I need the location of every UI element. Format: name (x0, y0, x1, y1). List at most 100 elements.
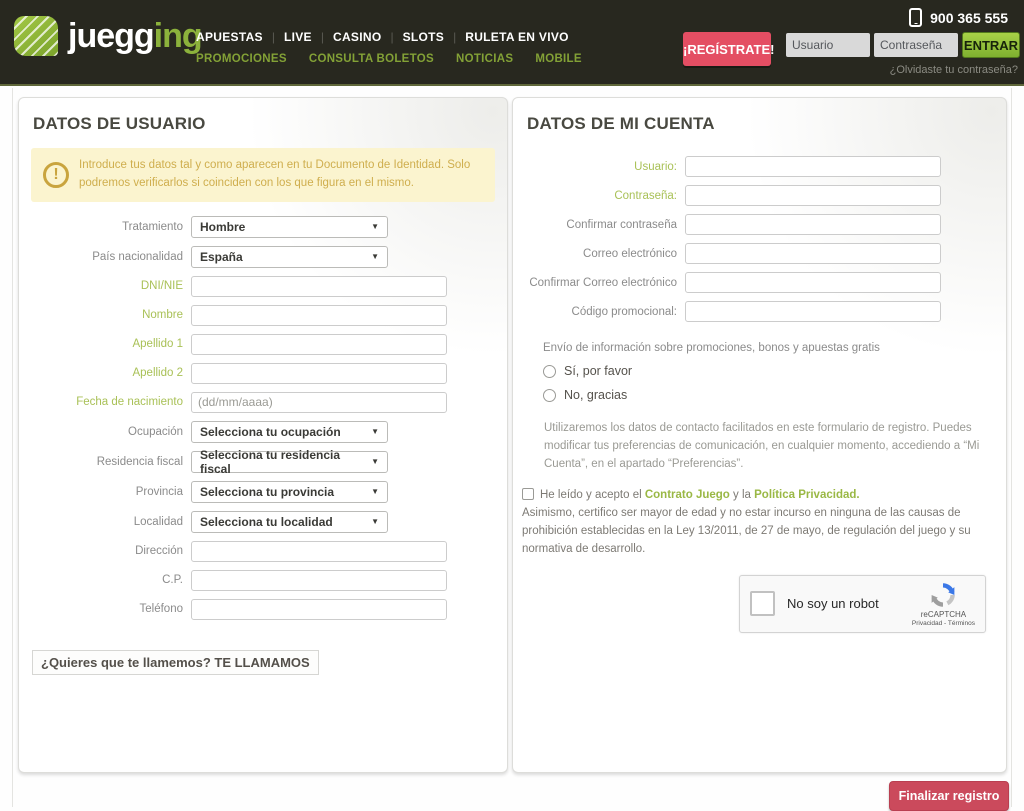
nav-separator: | (390, 30, 393, 44)
login-password-input[interactable] (874, 33, 958, 57)
terms-accept-row: He leído y acepto el Contrato Juego y la… (522, 487, 992, 505)
juegging-logo[interactable]: juegging (14, 16, 202, 56)
nav-promociones[interactable]: PROMOCIONES (196, 53, 287, 65)
politica-privacidad-link[interactable]: Política Privacidad. (754, 489, 859, 501)
form-row: C.P. (19, 570, 507, 591)
terms-accept-text: He leído y acepto el Contrato Juego y la… (540, 487, 860, 505)
nav-separator: | (453, 30, 456, 44)
nav-consulta-boletos[interactable]: CONSULTA BOLETOS (309, 53, 434, 65)
residencia-fiscal-select[interactable]: Selecciona tu residencia fiscal ▼ (191, 451, 388, 473)
nav-primary: APUESTAS| LIVE| CASINO| SLOTS| RULETA EN… (196, 30, 676, 44)
form-row: Nombre (19, 305, 507, 326)
provincia-select[interactable]: Selecciona tu provincia ▼ (191, 481, 388, 503)
identity-notice-text: Introduce tus datos tal y como aparecen … (79, 157, 485, 193)
nav-live[interactable]: LIVE (284, 30, 312, 44)
radio-no-circle[interactable] (543, 389, 556, 402)
nav-ruleta-en-vivo[interactable]: RULETA EN VIVO (465, 30, 569, 44)
recaptcha-label: No soy un robot (787, 596, 912, 611)
chevron-down-icon: ▼ (371, 222, 379, 231)
form-row: DNI/NIE (19, 276, 507, 297)
contrasena-input[interactable] (685, 185, 941, 206)
top-header: juegging APUESTAS| LIVE| CASINO| SLOTS| … (0, 0, 1024, 86)
form-row: Fecha de nacimiento (19, 392, 507, 413)
nav-noticias[interactable]: NOTICIAS (456, 53, 513, 65)
recaptcha-widget: No soy un robot reCAPTCHA Privacidad - T… (739, 575, 986, 633)
login-username-input[interactable] (786, 33, 870, 57)
identity-notice: ! Introduce tus datos tal y como aparece… (31, 148, 495, 202)
nav-apuestas[interactable]: APUESTAS (196, 30, 263, 44)
juegging-logo-text: juegging (68, 17, 202, 56)
nav-casino[interactable]: CASINO (333, 30, 381, 44)
usuario-input[interactable] (685, 156, 941, 177)
confirmar-contrasena-input[interactable] (685, 214, 941, 235)
field-label: Nombre (19, 309, 183, 321)
form-row: Contraseña: (513, 185, 1006, 206)
user-panel-title: DATOS DE USUARIO (33, 114, 507, 134)
call-me-link[interactable]: ¿Quieres que te llamemos? TE LLAMAMOS (32, 650, 319, 675)
dni-input[interactable] (191, 276, 447, 297)
field-label: C.P. (19, 574, 183, 586)
field-label: Confirmar contraseña (513, 219, 677, 231)
apellido2-input[interactable] (191, 363, 447, 384)
user-form: Tratamiento Hombre ▼ País nacionalidad E… (19, 216, 507, 620)
telefono-input[interactable] (191, 599, 447, 620)
field-label: Fecha de nacimiento (19, 396, 183, 408)
chevron-down-icon: ▼ (371, 517, 379, 526)
form-row: Residencia fiscal Selecciona tu residenc… (19, 451, 507, 473)
localidad-select[interactable]: Selecciona tu localidad ▼ (191, 511, 388, 533)
promo-info-heading: Envío de información sobre promociones, … (543, 342, 1006, 354)
nombre-input[interactable] (191, 305, 447, 326)
form-row: País nacionalidad España ▼ (19, 246, 507, 268)
account-panel-title: DATOS DE MI CUENTA (527, 114, 1006, 134)
recaptcha-brand: reCAPTCHA Privacidad - Términos (912, 581, 975, 627)
codigo-promocional-input[interactable] (685, 301, 941, 322)
contrato-juego-link[interactable]: Contrato Juego (645, 489, 730, 501)
field-label: Correo electrónico (513, 248, 677, 260)
fecha-nacimiento-input[interactable] (191, 392, 447, 413)
radio-option-no[interactable]: No, gracias (543, 388, 1006, 402)
pais-nacionalidad-select[interactable]: España ▼ (191, 246, 388, 268)
field-label: Localidad (19, 516, 183, 528)
ocupacion-select[interactable]: Selecciona tu ocupación ▼ (191, 421, 388, 443)
nav-mobile[interactable]: MOBILE (535, 53, 582, 65)
terms-legal-text: Asimismo, certifico ser mayor de edad y … (522, 505, 992, 558)
field-label: Teléfono (19, 603, 183, 615)
terms-block: He leído y acepto el Contrato Juego y la… (522, 487, 992, 558)
form-row: Confirmar contraseña (513, 214, 1006, 235)
form-row: Teléfono (19, 599, 507, 620)
chevron-down-icon: ▼ (371, 487, 379, 496)
contact-preferences-note: Utilizaremos los datos de contacto facil… (544, 420, 992, 473)
main-nav: APUESTAS| LIVE| CASINO| SLOTS| RULETA EN… (196, 30, 676, 65)
field-label: País nacionalidad (19, 251, 183, 263)
phone-icon (909, 8, 922, 27)
terms-checkbox[interactable] (522, 488, 534, 500)
field-label: Apellido 2 (19, 367, 183, 379)
register-button[interactable]: ¡REGÍSTRATE! (683, 32, 771, 66)
chevron-down-icon: ▼ (371, 457, 379, 466)
radio-option-yes[interactable]: Sí, por favor (543, 364, 1006, 378)
field-label: DNI/NIE (19, 280, 183, 292)
field-label: Usuario: (513, 161, 677, 173)
form-row: Tratamiento Hombre ▼ (19, 216, 507, 238)
juegging-logo-icon (14, 16, 58, 56)
field-label: Provincia (19, 486, 183, 498)
tratamiento-select[interactable]: Hombre ▼ (191, 216, 388, 238)
form-row: Dirección (19, 541, 507, 562)
forgot-password-link[interactable]: ¿Olvidaste tu contraseña? (890, 64, 1018, 76)
direccion-input[interactable] (191, 541, 447, 562)
login-area: ENTRAR (782, 32, 1020, 58)
chevron-down-icon: ▼ (371, 427, 379, 436)
nav-slots[interactable]: SLOTS (403, 30, 445, 44)
radio-yes-circle[interactable] (543, 365, 556, 378)
confirmar-correo-input[interactable] (685, 272, 941, 293)
form-row: Correo electrónico (513, 243, 1006, 264)
apellido1-input[interactable] (191, 334, 447, 355)
field-label: Dirección (19, 545, 183, 557)
recaptcha-links[interactable]: Privacidad - Términos (912, 620, 975, 627)
recaptcha-checkbox[interactable] (750, 591, 775, 616)
correo-input[interactable] (685, 243, 941, 264)
cp-input[interactable] (191, 570, 447, 591)
support-phone: 900 365 555 (909, 8, 1008, 27)
login-submit-button[interactable]: ENTRAR (962, 32, 1020, 58)
form-row: Apellido 2 (19, 363, 507, 384)
